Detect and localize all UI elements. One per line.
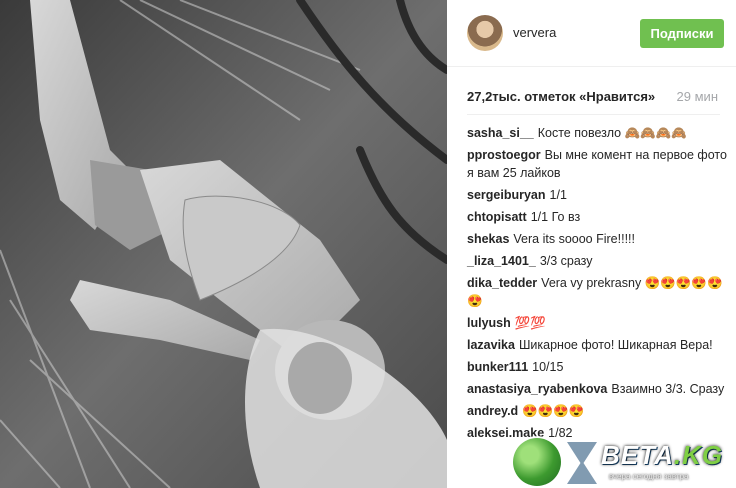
- comment-item: sasha_si__ Косте повезло 🙈🙈🙈🙈: [467, 124, 727, 142]
- comment-text: 1/1: [549, 188, 567, 202]
- comment-text: 3/3 сразу: [539, 254, 593, 268]
- comment-username[interactable]: andrey.d: [467, 404, 518, 418]
- comment-text: 😍😍😍😍: [522, 404, 585, 418]
- comment-username[interactable]: anastasiya_ryabenkova: [467, 382, 607, 396]
- post-side-panel: ververa Подписки 27,2тыс. отметок «Нрави…: [447, 0, 736, 488]
- comment-text: Косте повезло 🙈🙈🙈🙈: [537, 126, 687, 140]
- comment-item: lulyush 💯💯: [467, 314, 727, 332]
- likes-count[interactable]: 27,2тыс. отметок «Нравится»: [467, 89, 655, 104]
- comment-item: pprostoegor Вы мне комент на первое фото …: [467, 146, 727, 182]
- comment-text: Взаимно 3/3. Сразу: [611, 382, 725, 396]
- site-watermark: BETA.KG вчера сегодня завтра: [513, 434, 733, 488]
- comment-username[interactable]: sergeiburyan: [467, 188, 546, 202]
- hourglass-icon: [567, 442, 597, 484]
- comment-username[interactable]: lazavika: [467, 338, 515, 352]
- divider: [467, 114, 720, 115]
- comment-username[interactable]: pprostoegor: [467, 148, 541, 162]
- comment-username[interactable]: sasha_si__: [467, 126, 534, 140]
- comment-item: anastasiya_ryabenkova Взаимно 3/3. Сразу: [467, 380, 727, 398]
- comment-list: sasha_si__ Косте повезло 🙈🙈🙈🙈 pprostoegor…: [467, 124, 727, 446]
- comment-item: bunker111 10/15: [467, 358, 727, 376]
- comment-item: dika_tedder Vera vy prekrasny 😍😍😍😍😍😍: [467, 274, 727, 310]
- comment-username[interactable]: _liza_1401_: [467, 254, 536, 268]
- comment-text: Шикарное фото! Шикарная Вера!: [518, 338, 713, 352]
- post-header: ververa Подписки: [447, 0, 736, 67]
- comment-item: _liza_1401_ 3/3 сразу: [467, 252, 727, 270]
- comment-item: shekas Vera its soooo Fire!!!!!: [467, 230, 727, 248]
- comment-text: 10/15: [532, 360, 564, 374]
- comment-username[interactable]: chtopisatt: [467, 210, 527, 224]
- globe-icon: [513, 438, 561, 486]
- comment-text: Vera its soooo Fire!!!!!: [513, 232, 635, 246]
- comment-item: chtopisatt 1/1 Го вз: [467, 208, 727, 226]
- post-username[interactable]: ververa: [513, 25, 556, 40]
- comment-item: sergeiburyan 1/1: [467, 186, 727, 204]
- comment-item: andrey.d 😍😍😍😍: [467, 402, 727, 420]
- watermark-tagline: вчера сегодня завтра: [609, 472, 689, 481]
- avatar[interactable]: [467, 15, 503, 51]
- comment-username[interactable]: lulyush: [467, 316, 511, 330]
- follow-button[interactable]: Подписки: [640, 19, 724, 48]
- watermark-logo: BETA.KG: [601, 440, 723, 471]
- post-timestamp[interactable]: 29 мин: [677, 89, 718, 104]
- comment-username[interactable]: shekas: [467, 232, 509, 246]
- post-photo[interactable]: [0, 0, 447, 488]
- comment-text: 💯💯: [514, 316, 546, 330]
- watermark-logo-text: BETA: [601, 440, 674, 470]
- comment-username[interactable]: dika_tedder: [467, 276, 537, 290]
- watermark-logo-tld: .KG: [673, 440, 724, 470]
- comment-item: lazavika Шикарное фото! Шикарная Вера!: [467, 336, 727, 354]
- comment-text: 1/1 Го вз: [530, 210, 581, 224]
- post-photo-image: [0, 0, 447, 488]
- comment-username[interactable]: bunker111: [467, 360, 528, 374]
